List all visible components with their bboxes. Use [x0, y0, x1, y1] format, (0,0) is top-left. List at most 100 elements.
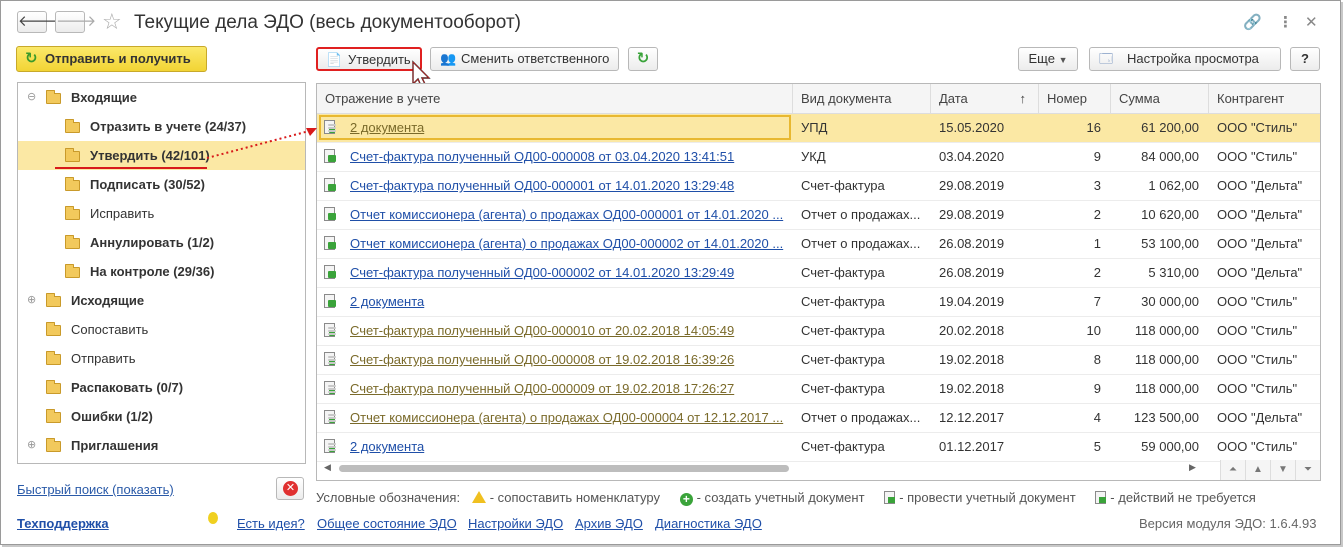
col-header-date[interactable]: Дата ↑	[931, 84, 1039, 113]
view-settings-button[interactable]: 🗔 Настройка просмотра	[1089, 47, 1281, 71]
document-status-icon	[324, 207, 336, 221]
table-row[interactable]: Счет-фактура полученный ОД00-000008 от 0…	[317, 143, 1320, 172]
cell-accounting[interactable]: Отчет комиссионера (агента) о продажах О…	[342, 230, 793, 258]
more-button[interactable]: Еще ▼	[1018, 47, 1078, 71]
scroll-down-button[interactable]: ▼	[1270, 460, 1295, 480]
scrollbar-thumb[interactable]	[339, 465, 789, 472]
close-icon[interactable]: ✕	[1305, 13, 1318, 31]
more-menu-icon[interactable]: ⋮	[1278, 13, 1293, 31]
cell-date: 26.08.2019	[939, 265, 1005, 280]
table-row[interactable]: Отчет комиссионера (агента) о продажах О…	[317, 201, 1320, 230]
col-header-sum[interactable]: Сумма	[1111, 84, 1209, 113]
cell-sum: 53 100,00	[1141, 236, 1199, 251]
send-receive-label: Отправить и получить	[45, 51, 191, 66]
tree-item[interactable]: Сопоставить	[18, 315, 305, 344]
scroll-top-button[interactable]: ⏶	[1220, 460, 1245, 480]
cell-doc-kind: Счет-фактура	[801, 352, 885, 367]
collapse-icon[interactable]: ⊖	[27, 83, 36, 112]
cell-accounting[interactable]: Отчет комиссионера (агента) о продажах О…	[342, 201, 793, 229]
table-row[interactable]: Счет-фактура полученный ОД00-000009 от 1…	[317, 375, 1320, 404]
tree-item-label: Отправить	[71, 351, 136, 366]
back-button[interactable]: 🡐	[17, 11, 58, 33]
refresh-button[interactable]: ↻	[628, 47, 658, 71]
forward-button[interactable]: 🡒	[55, 11, 96, 33]
module-version: Версия модуля ЭДО: 1.6.4.93	[1139, 516, 1317, 531]
cell-accounting[interactable]: 2 документа	[342, 288, 793, 316]
table-row[interactable]: 2 документа Счет-фактура 19.04.2019 7 30 000…	[317, 288, 1320, 317]
change-responsible-button[interactable]: 👥 Сменить ответственного	[430, 47, 619, 71]
cell-accounting[interactable]: Счет-фактура полученный ОД00-000009 от 1…	[342, 375, 793, 403]
table-row[interactable]: Счет-фактура полученный ОД00-000001 от 1…	[317, 172, 1320, 201]
tree-item[interactable]: ⊖ Входящие	[18, 83, 305, 112]
help-button[interactable]: ?	[1290, 47, 1320, 71]
table-row[interactable]: 2 документа УПД 15.05.2020 16 61 200,00 ООО "…	[317, 114, 1320, 143]
edo-status-link[interactable]: Общее состояние ЭДО	[317, 516, 457, 531]
page-title: Текущие дела ЭДО (весь документооборот)	[134, 12, 521, 33]
expand-icon[interactable]: ⊕	[27, 286, 36, 315]
tree-item[interactable]: Отправить	[18, 344, 305, 373]
scroll-bottom-button[interactable]: ⏷	[1295, 460, 1320, 480]
tree-item[interactable]: Ошибки (1/2)	[18, 402, 305, 431]
folder-icon	[46, 351, 61, 365]
cell-accounting[interactable]: Счет-фактура полученный ОД00-000002 от 1…	[342, 259, 793, 287]
edo-diagnostics-link[interactable]: Диагностика ЭДО	[655, 516, 762, 531]
support-link[interactable]: Техподдержка	[17, 516, 109, 531]
idea-link[interactable]: Есть идея?	[237, 516, 305, 531]
scroll-right-icon[interactable]: ▶	[1189, 462, 1196, 473]
add-icon: +	[679, 493, 693, 506]
tree-item-label: Подписать (30/52)	[90, 177, 205, 192]
table-row[interactable]: Отчет комиссионера (агента) о продажах О…	[317, 230, 1320, 259]
cell-accounting[interactable]: Счет-фактура полученный ОД00-000008 от 1…	[342, 346, 793, 374]
table-header: Отражение в учете Вид документа Дата ↑ Н…	[317, 84, 1320, 114]
cell-doc-kind: УКД	[801, 149, 826, 164]
tree-item[interactable]: ⊕ Приглашения	[18, 431, 305, 460]
table-row[interactable]: Счет-фактура полученный ОД00-000010 от 2…	[317, 317, 1320, 346]
dropdown-arrow-icon: ▼	[1058, 55, 1068, 65]
tree-item[interactable]: ⊕ Исходящие	[18, 286, 305, 315]
cell-accounting[interactable]: 2 документа	[342, 433, 793, 461]
table-row[interactable]: Отчет комиссионера (агента) о продажах О…	[317, 404, 1320, 433]
tree-item[interactable]: Аннулировать (1/2)	[18, 228, 305, 257]
cell-date: 15.05.2020	[939, 120, 1005, 135]
tree-item[interactable]: Подписать (30/52)	[18, 170, 305, 199]
scroll-left-icon[interactable]: ◀	[324, 462, 331, 473]
approve-button[interactable]: 📄 Утвердить	[316, 47, 422, 71]
favorite-star-icon[interactable]: ☆	[102, 9, 122, 35]
edo-archive-link[interactable]: Архив ЭДО	[575, 516, 643, 531]
send-receive-button[interactable]: ↻ Отправить и получить	[16, 46, 207, 72]
cell-number: 2	[1093, 207, 1101, 222]
cell-accounting[interactable]: Отчет комиссионера (агента) о продажах О…	[342, 404, 793, 432]
quick-search-link[interactable]: Быстрый поиск (показать)	[17, 482, 174, 497]
cell-number: 9	[1093, 149, 1101, 164]
tree-item[interactable]: На контроле (29/36)	[18, 257, 305, 286]
horizontal-scrollbar[interactable]: ◀ ▶	[317, 460, 1220, 480]
edo-settings-link[interactable]: Настройки ЭДО	[468, 516, 563, 531]
folder-icon	[46, 409, 61, 423]
col-header-doc-kind[interactable]: Вид документа	[793, 84, 931, 113]
document-status-icon	[324, 294, 336, 308]
table-row[interactable]: 2 документа Счет-фактура 01.12.2017 5 59 000…	[317, 433, 1320, 462]
col-header-counterparty[interactable]: Контрагент	[1209, 84, 1320, 113]
cell-accounting[interactable]: 2 документа	[342, 114, 793, 142]
col-header-accounting[interactable]: Отражение в учете	[317, 84, 793, 113]
cell-accounting[interactable]: Счет-фактура полученный ОД00-000008 от 0…	[342, 143, 793, 171]
clear-filter-button[interactable]: ✕	[276, 477, 304, 500]
table-row[interactable]: Счет-фактура полученный ОД00-000002 от 1…	[317, 259, 1320, 288]
tree-item[interactable]: Исправить	[18, 199, 305, 228]
legend-item-none: - действий не требуется	[1095, 490, 1263, 505]
tree-item[interactable]: Распаковать (0/7)	[18, 373, 305, 402]
expand-icon[interactable]: ⊕	[27, 431, 36, 460]
tree-item-label: Утвердить (42/101)	[90, 148, 210, 163]
cell-accounting[interactable]: Счет-фактура полученный ОД00-000001 от 1…	[342, 172, 793, 200]
legend-item-create: + - создать учетный документ	[679, 490, 873, 506]
document-status-icon	[324, 120, 336, 134]
cell-doc-kind: Счет-фактура	[801, 381, 885, 396]
legend-match-label: - сопоставить номенклатуру	[489, 490, 660, 505]
link-icon[interactable]: 🔗	[1243, 13, 1262, 31]
documents-table[interactable]: Отражение в учете Вид документа Дата ↑ Н…	[316, 83, 1321, 481]
cell-accounting[interactable]: Счет-фактура полученный ОД00-000010 от 2…	[342, 317, 793, 345]
scroll-up-button[interactable]: ▲	[1245, 460, 1270, 480]
table-row[interactable]: Счет-фактура полученный ОД00-000008 от 1…	[317, 346, 1320, 375]
col-header-number[interactable]: Номер	[1039, 84, 1111, 113]
cell-counterparty: ООО "Стиль"	[1217, 323, 1298, 338]
